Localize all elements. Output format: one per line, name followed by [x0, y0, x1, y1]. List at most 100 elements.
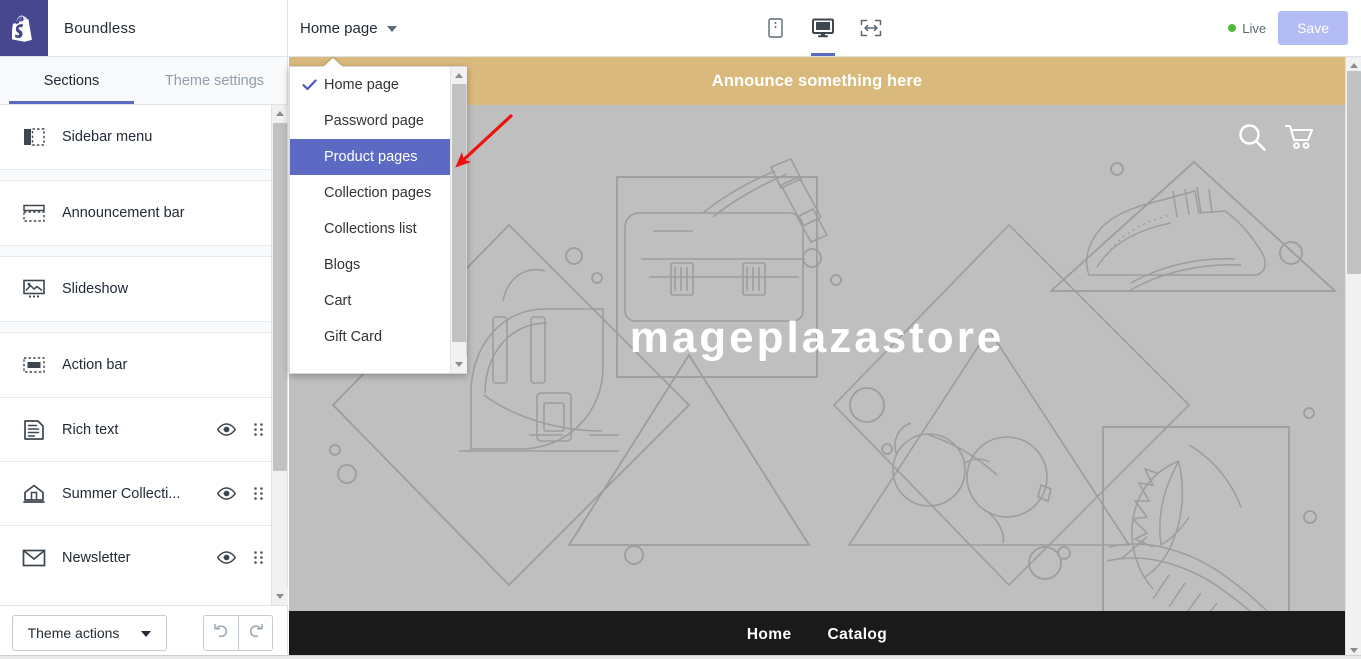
sidebar-item-label: Action bar [62, 357, 128, 373]
tab-theme-settings-label: Theme settings [164, 72, 265, 89]
sidebar-item-rich-text[interactable]: Rich text [0, 397, 287, 461]
undo-icon [212, 621, 230, 644]
section-group-static: Sidebar menu [0, 105, 287, 169]
preview-scrollbar-thumb[interactable] [1347, 71, 1361, 274]
page-selector-container: Home page [288, 0, 419, 56]
theme-actions-button[interactable]: Theme actions [12, 614, 167, 651]
undo-redo-group [203, 614, 273, 651]
sections-divider [0, 245, 287, 257]
page-selector-label: Home page [300, 19, 378, 37]
dropdown-item-label: Collection pages [324, 185, 432, 201]
sections-divider [0, 169, 287, 181]
dropdown-item-cart[interactable]: Cart [290, 283, 451, 319]
sidebar-footer: Theme actions [0, 605, 287, 659]
dropdown-item-label: Cart [324, 293, 352, 309]
sections-divider [0, 321, 287, 333]
device-toggle-fullwidth[interactable] [856, 8, 886, 48]
mobile-device-icon [768, 18, 783, 38]
undo-button[interactable] [204, 615, 238, 650]
footer-nav-home[interactable]: Home [747, 626, 792, 644]
shopify-bag-icon [12, 14, 36, 42]
sidebar-item-announcement-bar[interactable]: Announcement bar [0, 181, 287, 245]
footer-nav-catalog[interactable]: Catalog [828, 626, 888, 644]
device-toggle-desktop[interactable] [808, 8, 838, 56]
preview-scrollbar[interactable] [1345, 57, 1361, 659]
drag-handle-icon[interactable] [243, 422, 273, 437]
dropdown-item-collection-pages[interactable]: Collection pages [290, 175, 451, 211]
slideshow-icon [20, 276, 48, 302]
caret-down-icon [141, 630, 152, 637]
scroll-up-arrow-icon[interactable] [272, 105, 288, 122]
visibility-toggle-icon[interactable] [209, 423, 243, 436]
store-title-text: mageplazastore [629, 313, 1005, 362]
scroll-up-arrow-icon[interactable] [451, 67, 467, 84]
tab-sections-label: Sections [43, 72, 100, 89]
dropdown-item-home-page[interactable]: Home page [290, 67, 451, 103]
drag-handle-icon[interactable] [243, 550, 273, 565]
page-dropdown-list: Home page Password page Product pages Co… [290, 67, 451, 373]
visibility-toggle-icon[interactable] [209, 551, 243, 564]
newsletter-icon [20, 545, 48, 571]
device-toggle-mobile[interactable] [760, 8, 790, 48]
theme-name-container: Boundless [48, 0, 288, 56]
dropdown-item-label: Blogs [324, 257, 361, 273]
search-icon[interactable] [1237, 122, 1267, 152]
dropdown-item-label: Home page [324, 77, 399, 93]
section-group-dynamic: Action bar Rich text Summer Collecti... … [0, 333, 287, 589]
sidebar-panel: Sections Theme settings Sidebar menu Ann… [0, 57, 288, 659]
store-footer-nav: Home Catalog [289, 611, 1345, 659]
tab-theme-settings[interactable]: Theme settings [143, 57, 286, 104]
sidebar-item-label: Rich text [62, 421, 119, 438]
top-bar-right: Live Save [1228, 0, 1361, 56]
cart-icon[interactable] [1285, 123, 1315, 151]
sidebar-menu-icon [20, 124, 48, 150]
page-selector-button[interactable]: Home page [298, 16, 399, 41]
dropdown-item-blogs[interactable]: Blogs [290, 247, 451, 283]
shopify-logo[interactable] [0, 0, 48, 56]
theme-editor-app: Boundless Home page Live Save Sections T… [0, 0, 1361, 659]
tab-sections[interactable]: Sections [0, 57, 143, 104]
top-bar: Boundless Home page Live Save [0, 0, 1361, 57]
scroll-down-arrow-icon[interactable] [451, 356, 467, 373]
drag-handle-icon[interactable] [243, 486, 273, 501]
sidebar-item-label: Summer Collecti... [62, 485, 181, 502]
sidebar-item-sidebar-menu[interactable]: Sidebar menu [0, 105, 287, 169]
chevron-down-icon [386, 26, 397, 32]
status-label: Live [1242, 20, 1267, 36]
full-width-icon [860, 19, 882, 37]
sidebar-item-label: Newsletter [62, 549, 131, 566]
save-button[interactable]: Save [1278, 11, 1348, 45]
window-bottom-edge [0, 655, 1361, 659]
dropdown-item-password-page[interactable]: Password page [290, 103, 451, 139]
sidebar-item-summer-collection[interactable]: Summer Collecti... [0, 461, 287, 525]
scroll-down-arrow-icon[interactable] [272, 588, 288, 605]
sidebar-item-slideshow[interactable]: Slideshow [0, 257, 287, 321]
section-group-announcement: Announcement bar [0, 181, 287, 245]
redo-button[interactable] [238, 615, 272, 650]
sidebar-scrollbar[interactable] [271, 105, 288, 605]
dropdown-scrollbar[interactable] [450, 67, 467, 373]
section-group-slideshow: Slideshow [0, 257, 287, 321]
rich-text-icon [20, 417, 48, 443]
announcement-text: Announce something here [711, 71, 923, 90]
sidebar-item-label: Sidebar menu [62, 129, 153, 145]
dropdown-scrollbar-thumb[interactable] [452, 84, 466, 342]
sidebar-scrollbar-thumb[interactable] [273, 123, 287, 471]
desktop-device-icon [812, 18, 835, 38]
device-preview-toggles [418, 0, 1229, 56]
sidebar-item-label: Slideshow [62, 281, 129, 297]
sidebar-tabs: Sections Theme settings [0, 57, 287, 105]
sidebar-item-newsletter[interactable]: Newsletter [0, 525, 287, 589]
collection-icon [20, 481, 48, 507]
dropdown-item-label: Product pages [324, 149, 418, 165]
dropdown-item-product-pages[interactable]: Product pages [290, 139, 451, 175]
visibility-toggle-icon[interactable] [209, 487, 243, 500]
status-dot-icon [1228, 24, 1237, 32]
dropdown-item-label: Collections list [324, 221, 417, 237]
redo-icon [247, 621, 265, 644]
store-header-icons [1237, 122, 1315, 152]
sidebar-item-action-bar[interactable]: Action bar [0, 333, 287, 397]
dropdown-item-collections-list[interactable]: Collections list [290, 211, 451, 247]
dropdown-pointer [323, 58, 343, 67]
dropdown-item-gift-card[interactable]: Gift Card [290, 319, 451, 355]
